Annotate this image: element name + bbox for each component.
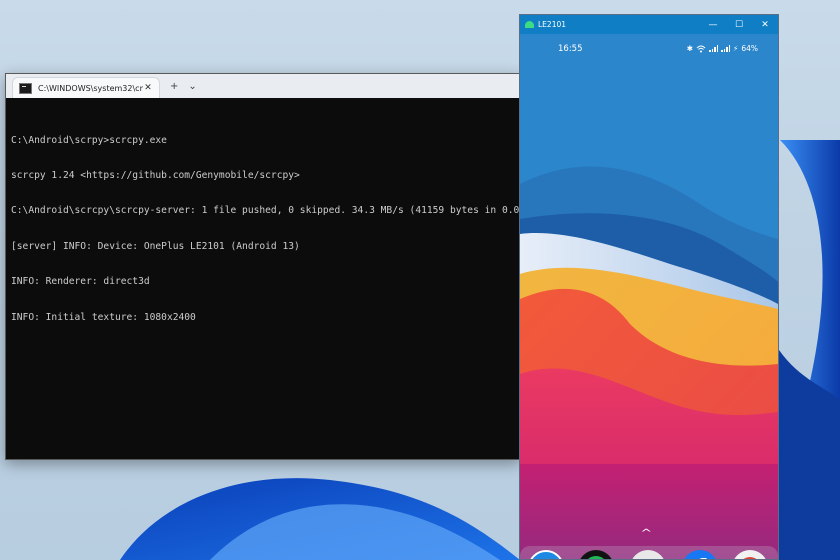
wifi-icon [696, 45, 706, 52]
camera-icon[interactable] [630, 550, 666, 560]
scrcpy-window[interactable]: LE2101 — ☐ ✕ 16:55 ✱ ⚡ 64% ^ [519, 14, 779, 560]
facebook-icon[interactable] [682, 550, 718, 559]
phone-screen[interactable]: 16:55 ✱ ⚡ 64% ^ [520, 34, 778, 560]
spotify-logo [588, 556, 604, 559]
spotify-icon[interactable] [578, 550, 614, 559]
terminal-line: C:\Android\scrcpy\scrcpy-server: 1 file … [11, 205, 543, 217]
android-icon [525, 21, 534, 28]
terminal-line: INFO: Renderer: direct3d [11, 276, 150, 288]
maximize-button[interactable]: ☐ [726, 20, 752, 30]
tab-close-icon[interactable]: ✕ [143, 83, 153, 93]
charging-icon: ⚡ [733, 44, 739, 53]
terminal-output[interactable]: C:\Android\scrpy>scrcpy.exe scrcpy 1.24 … [6, 98, 543, 347]
terminal-tab[interactable]: C:\WINDOWS\system32\cmd. ✕ [12, 77, 160, 98]
camera-lens [630, 550, 666, 560]
terminal-window[interactable]: C:\WINDOWS\system32\cmd. ✕ + ⌄ C:\Androi… [5, 73, 543, 460]
chrome-logo [743, 557, 757, 559]
chrome-icon[interactable] [732, 550, 768, 559]
facebook-logo [699, 558, 707, 559]
window-title: LE2101 [538, 20, 567, 29]
clock: 16:55 [558, 44, 583, 54]
signal-icon [709, 45, 719, 52]
close-button[interactable]: ✕ [752, 20, 778, 30]
tab-title: C:\WINDOWS\system32\cmd. [38, 83, 143, 93]
system-icons: ✱ ⚡ 64% [687, 44, 758, 53]
status-bar: 16:55 ✱ ⚡ 64% [520, 41, 778, 55]
terminal-line: INFO: Initial texture: 1080x2400 [11, 311, 196, 323]
wallpaper [520, 34, 778, 559]
scrcpy-titlebar[interactable]: LE2101 — ☐ ✕ [520, 15, 778, 34]
chevron-down-icon[interactable]: ⌄ [188, 81, 196, 92]
terminal-line: scrcpy 1.24 <https://github.com/Genymobi… [11, 169, 300, 181]
terminal-titlebar[interactable]: C:\WINDOWS\system32\cmd. ✕ + ⌄ [6, 74, 520, 98]
bluetooth-icon: ✱ [686, 44, 694, 53]
signal-icon-2 [721, 45, 731, 52]
minimize-button[interactable]: — [700, 20, 726, 30]
terminal-line: C:\Android\scrpy>scrcpy.exe [11, 134, 167, 146]
chevron-up-icon[interactable]: ^ [640, 528, 652, 539]
battery-level: 64% [741, 44, 758, 53]
terminal-line: [server] INFO: Device: OnePlus LE2101 (A… [11, 240, 300, 252]
cmd-icon [19, 82, 32, 94]
new-tab-icon[interactable]: + [170, 81, 178, 92]
